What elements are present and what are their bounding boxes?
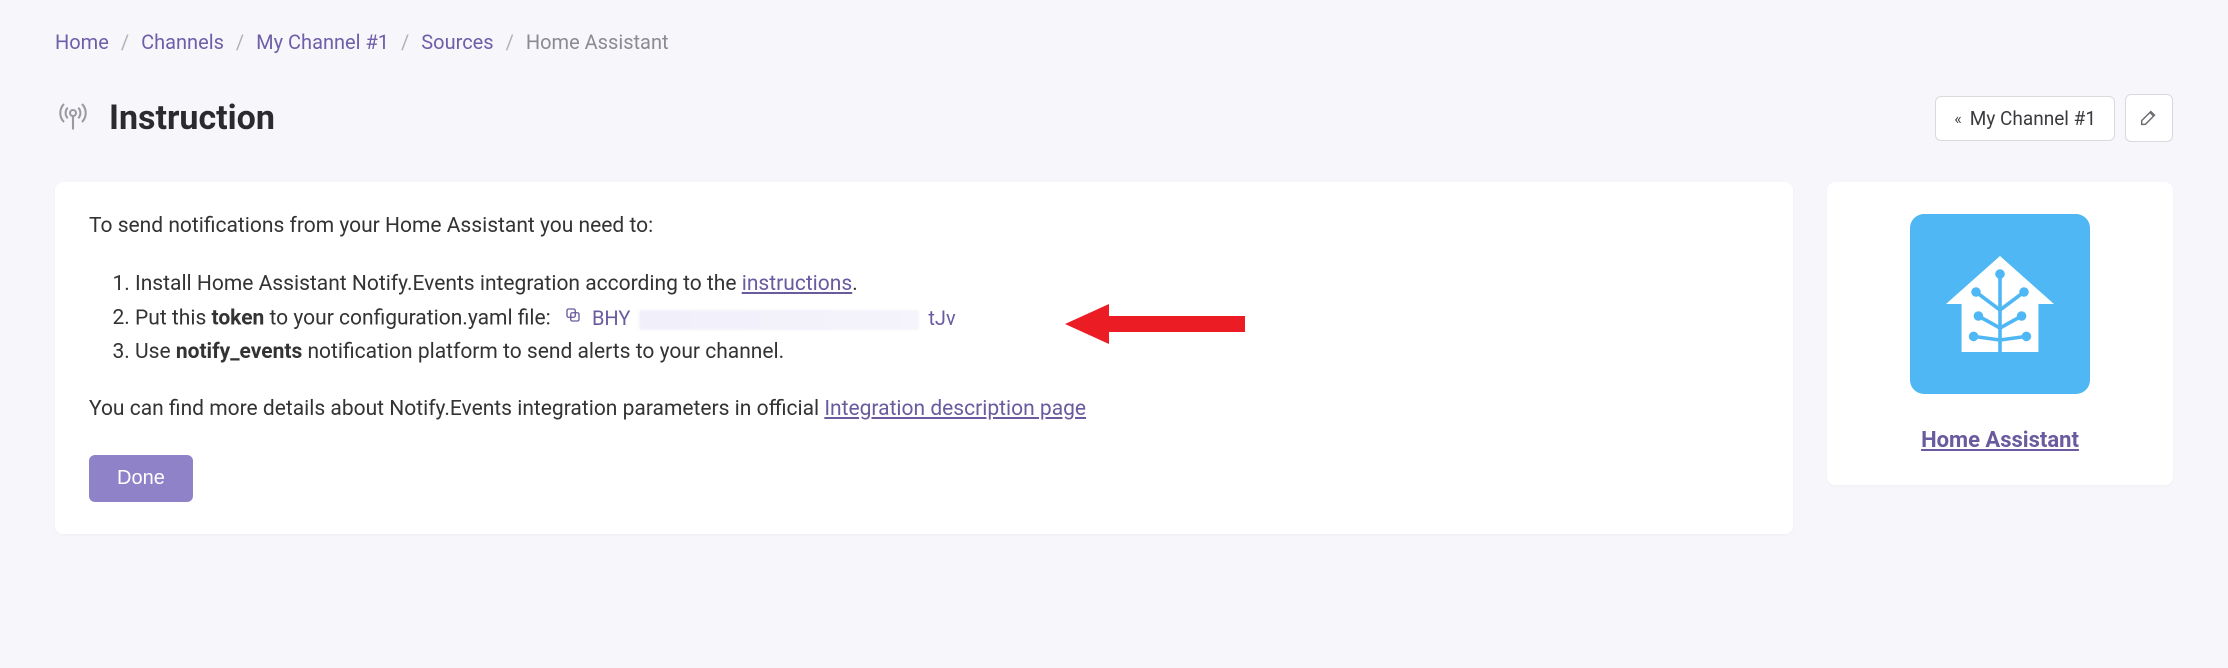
breadcrumb-home[interactable]: Home	[55, 30, 109, 54]
page-title: Instruction	[109, 98, 275, 138]
step-1-before: Install Home Assistant Notify.Events int…	[135, 272, 742, 296]
step-2-after: to your configuration.yaml file:	[264, 306, 550, 330]
details-before: You can find more details about Notify.E…	[89, 397, 824, 421]
details-text: You can find more details about Notify.E…	[89, 397, 1759, 421]
breadcrumb-sources[interactable]: Sources	[421, 30, 493, 54]
breadcrumb-separator: /	[401, 30, 409, 54]
edit-icon	[2138, 106, 2160, 131]
step-3-before: Use	[135, 340, 176, 364]
instructions-link[interactable]: instructions	[742, 272, 853, 296]
step-2: Put this token to your configuration.yam…	[135, 302, 1759, 336]
breadcrumb: Home / Channels / My Channel #1 / Source…	[55, 30, 2173, 54]
channel-picker-label: My Channel #1	[1970, 107, 2096, 130]
step-3: Use notify_events notification platform …	[135, 336, 1759, 370]
channel-picker[interactable]: « My Channel #1	[1935, 96, 2115, 141]
token-suffix: tJv	[928, 306, 955, 330]
breadcrumb-separator: /	[506, 30, 514, 54]
done-button[interactable]: Done	[89, 455, 193, 502]
intro-text: To send notifications from your Home Ass…	[89, 214, 1759, 238]
copy-icon[interactable]	[564, 302, 582, 336]
step-2-before: Put this	[135, 306, 212, 330]
step-3-after: notification platform to send alerts to …	[302, 340, 784, 364]
step-2-bold: token	[212, 306, 265, 330]
breadcrumb-separator: /	[236, 30, 244, 54]
breadcrumb-channels[interactable]: Channels	[141, 30, 224, 54]
home-assistant-link[interactable]: Home Assistant	[1921, 428, 2079, 453]
breadcrumb-current: Home Assistant	[526, 30, 669, 54]
source-card: Home Assistant	[1827, 182, 2173, 485]
instruction-card: To send notifications from your Home Ass…	[55, 182, 1793, 534]
breadcrumb-channel[interactable]: My Channel #1	[256, 30, 389, 54]
breadcrumb-separator: /	[121, 30, 129, 54]
broadcast-icon	[55, 98, 91, 139]
step-1: Install Home Assistant Notify.Events int…	[135, 268, 1759, 302]
edit-button[interactable]	[2125, 94, 2173, 142]
token-value[interactable]: BHY tJv	[590, 302, 958, 334]
token-prefix: BHY	[592, 306, 630, 330]
home-assistant-icon	[1910, 214, 2090, 394]
chevron-left-double-icon: «	[1954, 109, 1962, 128]
step-1-after: .	[852, 272, 858, 296]
integration-description-link[interactable]: Integration description page	[824, 397, 1086, 421]
token-masked	[639, 310, 919, 330]
steps-list: Install Home Assistant Notify.Events int…	[89, 268, 1759, 369]
step-3-bold: notify_events	[176, 340, 302, 364]
